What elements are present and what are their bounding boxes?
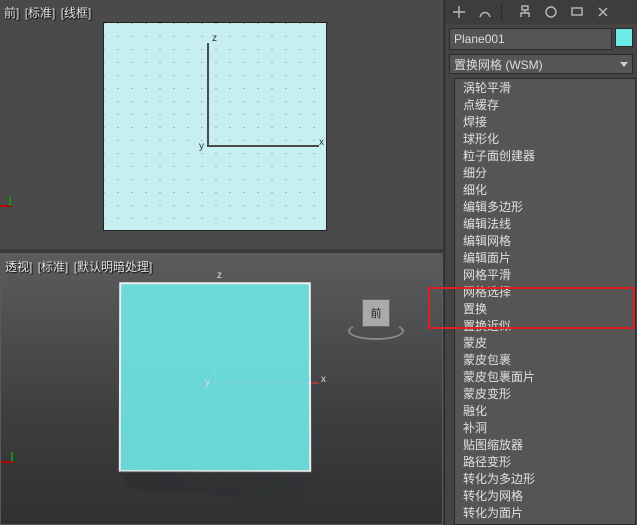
modifier-item[interactable]: 贴图缩放器	[455, 436, 635, 453]
modifier-item[interactable]: 置换近似	[455, 317, 635, 334]
modifier-item[interactable]: 编辑多边形	[455, 198, 635, 215]
modifier-item[interactable]: 点缓存	[455, 96, 635, 113]
modifier-item[interactable]: 涡轮平滑	[455, 79, 635, 96]
plane-perspective[interactable]	[119, 282, 311, 472]
motion-tab-icon[interactable]	[541, 3, 561, 21]
axis-label-z: z	[212, 33, 217, 44]
axis-z	[207, 43, 209, 146]
panel-tab-row	[445, 0, 637, 24]
modifier-item[interactable]: 编辑网格	[455, 232, 635, 249]
object-color-swatch[interactable]	[615, 28, 633, 47]
modifier-item[interactable]: 路径变形	[455, 453, 635, 470]
viewcube-face[interactable]: 前	[362, 299, 390, 327]
viewport-front[interactable]: 前] [标准] [线框] z x y	[0, 0, 443, 249]
modifier-item[interactable]: 网格选择	[455, 283, 635, 300]
viewport-front-label: 前] [标准] [线框]	[4, 4, 93, 21]
object-name-field[interactable]: Plane001	[449, 28, 612, 50]
modifier-item[interactable]: 编辑面片	[455, 249, 635, 266]
modifier-item[interactable]: 置换	[455, 300, 635, 317]
viewcube[interactable]: 前	[352, 294, 402, 344]
axis-label-y: y	[199, 141, 204, 152]
grid-dots	[104, 23, 326, 230]
modifier-item[interactable]: 融化	[455, 402, 635, 419]
modifier-item[interactable]: 网格平滑	[455, 266, 635, 283]
hierarchy-tab-icon[interactable]	[515, 3, 535, 21]
modifier-dropdown[interactable]: 置换网格 (WSM)	[449, 54, 633, 74]
axis-label-z: z	[217, 270, 222, 281]
modifier-item[interactable]: 蒙皮变形	[455, 385, 635, 402]
utilities-tab-icon[interactable]	[593, 3, 613, 21]
create-tab-icon[interactable]	[449, 3, 469, 21]
modifier-item[interactable]: 细化	[455, 181, 635, 198]
plane-ortho[interactable]: z x y	[103, 22, 327, 231]
axis-x	[207, 145, 319, 147]
modifier-item[interactable]: 转化为多边形	[455, 470, 635, 487]
modifier-item[interactable]: 焊接	[455, 113, 635, 130]
modifier-item[interactable]: 蒙皮包裹面片	[455, 368, 635, 385]
modify-tab-icon[interactable]	[475, 3, 495, 21]
divider	[501, 4, 509, 20]
modifier-item[interactable]: 转化为网格	[455, 487, 635, 504]
modifier-item[interactable]: 转化为面片	[455, 504, 635, 521]
axis-label-x: x	[319, 137, 324, 148]
axis-label-y: y	[205, 377, 210, 388]
world-axis-y-icon	[9, 196, 11, 206]
axis-label-x: x	[321, 374, 326, 385]
modifier-dropdown-label: 置换网格 (WSM)	[454, 56, 543, 73]
display-tab-icon[interactable]	[567, 3, 587, 21]
world-axis-y-icon	[11, 452, 13, 462]
modifier-item[interactable]: 细分	[455, 164, 635, 181]
modifier-list[interactable]: 涡轮平滑点缓存焊接球形化粒子面创建器细分细化编辑多边形编辑法线编辑网格编辑面片网…	[454, 78, 636, 525]
command-panel: Plane001 置换网格 (WSM) 涡轮平滑点缓存焊接球形化粒子面创建器细分…	[444, 0, 637, 525]
viewport-perspective[interactable]: 透视] [标准] [默认明暗处理] z x y 前	[0, 253, 443, 525]
modifier-item[interactable]: 蒙皮包裹	[455, 351, 635, 368]
chevron-down-icon	[620, 62, 628, 67]
ground-shadow	[119, 471, 319, 501]
object-name-text: Plane001	[454, 32, 505, 46]
modifier-item[interactable]: 补洞	[455, 419, 635, 436]
modifier-item[interactable]: 编辑法线	[455, 215, 635, 232]
modifier-item[interactable]: 粒子面创建器	[455, 147, 635, 164]
modifier-item[interactable]: 球形化	[455, 130, 635, 147]
modifier-item[interactable]: 蒙皮	[455, 334, 635, 351]
